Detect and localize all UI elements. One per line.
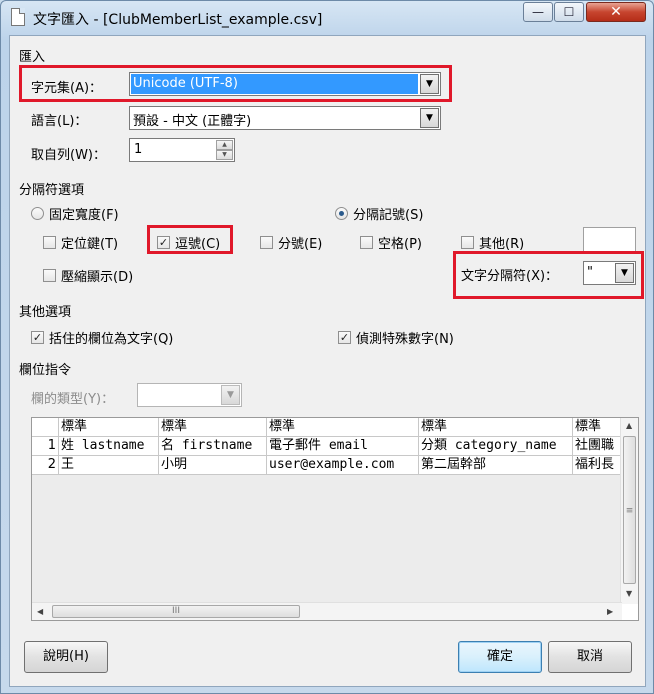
table-cell[interactable]: user@example.com (267, 456, 419, 475)
horizontal-scrollbar[interactable]: ◀ III ▶ (32, 602, 622, 620)
from-row-value: 1 (134, 142, 143, 157)
quoted-as-text-label: 括住的欄位為文字(Q) (49, 332, 174, 347)
semicolon-checkbox[interactable]: 分號(E) (260, 233, 322, 252)
spin-up-icon[interactable]: ▲ (216, 140, 233, 150)
spin-down-icon[interactable]: ▼ (216, 150, 233, 160)
language-label: 語言(L)： (31, 114, 88, 129)
charset-highlight (19, 65, 452, 102)
horizontal-scroll-thumb[interactable]: III (52, 605, 300, 618)
chevron-down-icon[interactable]: ▼ (221, 385, 240, 405)
radio-icon (31, 207, 44, 220)
separator-section-title: 分隔符選項 (19, 183, 85, 198)
vertical-scroll-thumb[interactable]: ≡ (623, 436, 636, 584)
checkbox-icon (360, 236, 373, 249)
column-header[interactable]: 標準 (419, 418, 573, 437)
from-row-label: 取自列(W)： (31, 148, 106, 163)
language-value: 預設 - 中文 (正體字) (133, 114, 252, 129)
checkbox-icon (43, 236, 56, 249)
detect-special-numbers-label: 偵測特殊數字(N) (356, 332, 454, 347)
table-cell[interactable]: 名 firstname (159, 437, 267, 456)
semicolon-label: 分號(E) (278, 237, 323, 252)
checkbox-icon (260, 236, 273, 249)
text-delimiter-highlight (453, 251, 644, 299)
other-separator-input[interactable] (583, 227, 636, 254)
close-button[interactable]: ✕ (586, 2, 646, 22)
fields-section-title: 欄位指令 (19, 363, 72, 378)
maximize-button[interactable]: ☐ (554, 2, 584, 22)
scroll-up-icon[interactable]: ▲ (626, 421, 632, 430)
merge-delimiters-checkbox[interactable]: 壓縮顯示(D) (43, 266, 133, 285)
title-bar[interactable]: 文字匯入 - [ClubMemberList_example.csv] — ☐ … (1, 1, 653, 35)
help-button[interactable]: 說明(H) (24, 641, 108, 673)
merge-label: 壓縮顯示(D) (61, 270, 134, 285)
column-type-dropdown[interactable]: ▼ (137, 383, 242, 407)
document-icon (11, 8, 25, 26)
detect-special-numbers-checkbox[interactable]: ✓ 偵測特殊數字(N) (338, 328, 454, 347)
space-label: 空格(P) (378, 237, 422, 252)
quoted-as-text-checkbox[interactable]: ✓ 括住的欄位為文字(Q) (31, 328, 173, 347)
window-title: 文字匯入 - [ClubMemberList_example.csv] (33, 12, 323, 28)
tab-checkbox[interactable]: 定位鍵(T) (43, 233, 118, 252)
table-cell[interactable]: 第二屆幹部 (419, 456, 573, 475)
checkbox-icon (43, 269, 56, 282)
import-section-title: 匯入 (19, 50, 46, 65)
other-options-section-title: 其他選項 (19, 305, 72, 320)
column-header[interactable]: 標準 (159, 418, 267, 437)
checkmark-icon: ✓ (338, 331, 351, 344)
scroll-down-icon[interactable]: ▼ (626, 589, 632, 598)
scroll-left-icon[interactable]: ◀ (37, 607, 43, 616)
vertical-scrollbar[interactable]: ▲ ≡ ▼ (620, 418, 638, 604)
preview-grid[interactable]: 標準 標準 標準 標準 標準 1 姓 lastname 名 firstname … (31, 417, 639, 621)
corner-cell (32, 418, 59, 437)
column-header[interactable]: 標準 (573, 418, 623, 437)
text-import-dialog: 文字匯入 - [ClubMemberList_example.csv] — ☐ … (0, 0, 654, 694)
table-cell[interactable]: 電子郵件 email (267, 437, 419, 456)
column-header[interactable]: 標準 (59, 418, 159, 437)
from-row-spinner[interactable]: 1 ▲ ▼ (129, 138, 235, 162)
table-cell[interactable]: 姓 lastname (59, 437, 159, 456)
radio-selected-icon (335, 207, 348, 220)
checkmark-icon: ✓ (31, 331, 44, 344)
language-dropdown[interactable]: 預設 - 中文 (正體字) ▼ (129, 106, 441, 130)
other-label: 其他(R) (479, 237, 525, 252)
separated-radio[interactable]: 分隔記號(S) (335, 204, 423, 223)
grid-empty-area (32, 475, 622, 602)
space-checkbox[interactable]: 空格(P) (360, 233, 422, 252)
table-cell[interactable]: 社團職 (573, 437, 623, 456)
row-number[interactable]: 2 (32, 456, 59, 475)
fixed-width-radio[interactable]: 固定寬度(F) (31, 204, 119, 223)
separated-label: 分隔記號(S) (353, 208, 424, 223)
ok-button[interactable]: 確定 (458, 641, 542, 673)
cancel-button[interactable]: 取消 (548, 641, 632, 673)
table-cell[interactable]: 小明 (159, 456, 267, 475)
fixed-width-label: 固定寬度(F) (49, 208, 119, 223)
chevron-down-icon[interactable]: ▼ (420, 108, 439, 128)
row-number[interactable]: 1 (32, 437, 59, 456)
other-checkbox[interactable]: 其他(R) (461, 233, 524, 252)
tab-label: 定位鍵(T) (61, 237, 119, 252)
comma-highlight (147, 225, 233, 254)
checkbox-icon (461, 236, 474, 249)
table-cell[interactable]: 福利長 (573, 456, 623, 475)
table-cell[interactable]: 王 (59, 456, 159, 475)
column-type-label: 欄的類型(Y)： (31, 392, 115, 407)
table-cell[interactable]: 分類 category_name (419, 437, 573, 456)
dialog-body: 匯入 字元集(A)： Unicode (UTF-8) ▼ 語言(L)： 預設 -… (9, 35, 646, 687)
column-header[interactable]: 標準 (267, 418, 419, 437)
scroll-right-icon[interactable]: ▶ (607, 607, 613, 616)
minimize-button[interactable]: — (523, 2, 553, 22)
